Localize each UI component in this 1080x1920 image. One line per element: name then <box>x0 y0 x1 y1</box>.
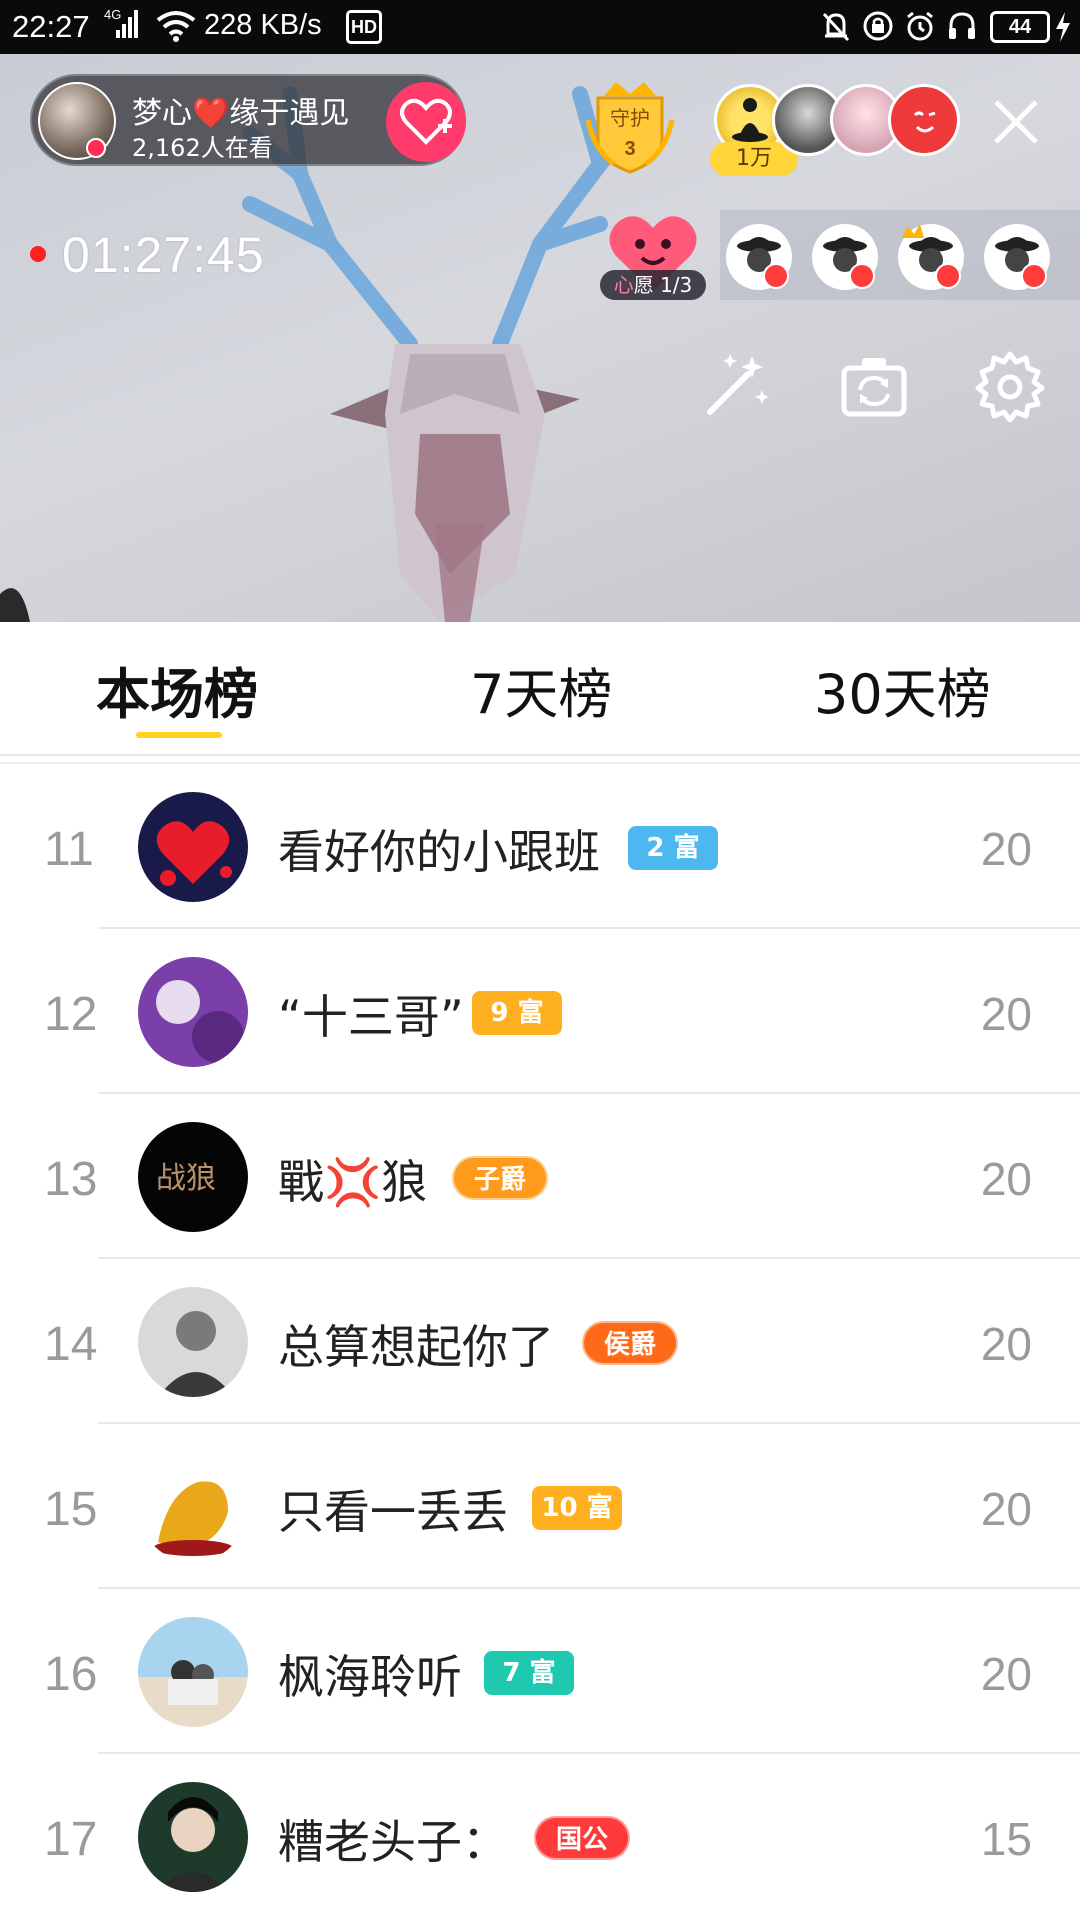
wink-face-icon <box>913 111 936 133</box>
status-time: 22:27 <box>12 9 90 44</box>
battery-icon: 44 <box>990 11 1050 43</box>
ranking-list[interactable]: 11 看好你的小跟班 2 富 20 12 “十三哥” 9 富 20 13 战狼 … <box>0 764 1080 1920</box>
contribution-score: 15 <box>980 1813 1032 1865</box>
contribution-score: 20 <box>980 823 1032 875</box>
rank-number: 16 <box>44 1648 98 1701</box>
magic-wand-icon[interactable] <box>700 350 772 422</box>
user-avatar[interactable] <box>138 1617 248 1727</box>
guard-count: 3 <box>624 138 636 160</box>
follow-button[interactable] <box>386 82 466 162</box>
wealth-level-badge: 10 富 <box>532 1486 622 1530</box>
rank-number: 13 <box>44 1153 98 1206</box>
wish-progress-label[interactable]: 心愿 1/3 <box>600 270 706 300</box>
user-name: 看好你的小跟班 <box>278 825 600 879</box>
user-name: 枫海聆听 <box>278 1650 462 1704</box>
noble-rank-badge: 子爵 <box>452 1156 548 1200</box>
close-icon[interactable] <box>990 96 1042 148</box>
wish-label-text: 愿 1/3 <box>633 273 693 297</box>
host-name: 梦心❤️缘于遇见 <box>132 96 350 131</box>
user-avatar[interactable]: 战狼 <box>138 1122 248 1232</box>
host-info-pill[interactable]: 梦心❤️缘于遇见 2,162人在看 <box>30 74 466 166</box>
user-avatar[interactable] <box>138 792 248 902</box>
contribution-score: 20 <box>980 1153 1032 1205</box>
spy-icon <box>995 237 1047 289</box>
host-avatar[interactable] <box>38 82 116 160</box>
wifi-icon <box>156 11 196 42</box>
anonymous-viewer-avatar[interactable] <box>984 224 1050 290</box>
list-item[interactable]: 12 “十三哥” 9 富 20 <box>0 929 1080 1094</box>
network-speed: 228 KB/s <box>204 9 322 41</box>
recording-dot-icon <box>30 246 46 262</box>
user-name: 只看一丢丢 <box>278 1485 508 1539</box>
user-name: “十三哥” <box>278 990 464 1044</box>
rank-number: 15 <box>44 1483 98 1536</box>
rotation-lock-icon <box>863 11 893 41</box>
rank-number: 12 <box>44 988 98 1041</box>
alarm-icon <box>907 11 933 41</box>
svg-text:战狼: 战狼 <box>156 1161 216 1196</box>
user-avatar[interactable] <box>138 1287 248 1397</box>
wealth-level-badge: 7 富 <box>484 1651 574 1695</box>
tab-30-days[interactable]: 30天榜 <box>814 650 991 729</box>
signal-bars-icon <box>116 10 138 38</box>
headphones-icon <box>949 12 975 39</box>
anonymous-viewer-avatar[interactable] <box>812 224 878 290</box>
rank-number: 11 <box>44 823 94 876</box>
user-avatar[interactable] <box>138 1452 248 1562</box>
live-video[interactable]: 梦心❤️缘于遇见 2,162人在看 守护 3 1万 01:27:45 心愿 1/… <box>0 54 1080 622</box>
contribution-score: 20 <box>980 988 1032 1040</box>
hd-icon: HD <box>346 10 382 44</box>
spy-crown-icon <box>902 224 961 289</box>
guard-badge[interactable]: 守护 3 <box>584 80 676 180</box>
heart-plus-icon <box>400 98 452 145</box>
noble-rank-badge: 国公 <box>534 1816 630 1860</box>
anonymous-viewer-avatar[interactable] <box>898 224 964 290</box>
contribution-score: 20 <box>980 1648 1032 1700</box>
guard-label: 守护 <box>610 106 650 130</box>
list-item[interactable]: 13 战狼 戰💢狼 子爵 20 <box>0 1094 1080 1259</box>
wealth-level-badge: 2 富 <box>628 826 718 870</box>
gear-icon[interactable] <box>974 350 1046 422</box>
list-item[interactable]: 17 糟老头子： 国公 15 <box>0 1754 1080 1919</box>
viewer-count: 2,162人在看 <box>132 134 273 162</box>
list-item[interactable]: 15 只看一丢丢 10 富 20 <box>0 1424 1080 1589</box>
mute-bell-icon <box>822 12 850 42</box>
user-name: 戰💢狼 <box>278 1155 428 1209</box>
contribution-score: 20 <box>980 1483 1032 1535</box>
live-elapsed-time: 01:27:45 <box>62 227 265 283</box>
camera-flip-icon[interactable] <box>838 350 910 422</box>
user-avatar[interactable] <box>138 1782 248 1892</box>
top-viewer-avatar[interactable] <box>888 84 960 156</box>
charging-icon <box>1056 12 1070 42</box>
rank-number: 17 <box>44 1813 98 1866</box>
rank-number: 14 <box>44 1318 98 1371</box>
user-name: 糟老头子： <box>278 1815 508 1869</box>
live-indicator-icon <box>86 138 106 158</box>
tab-current-show[interactable]: 本场榜 <box>96 650 258 729</box>
list-item[interactable]: 14 总算想起你了 侯爵 20 <box>0 1259 1080 1424</box>
spy-icon <box>823 237 875 289</box>
noble-rank-badge: 侯爵 <box>582 1321 678 1365</box>
user-avatar[interactable] <box>138 957 248 1067</box>
list-item[interactable]: 16 枫海聆听 7 富 20 <box>0 1589 1080 1754</box>
user-name: 总算想起你了 <box>278 1320 554 1374</box>
anonymous-viewer-avatar[interactable] <box>726 224 792 290</box>
contribution-score: 20 <box>980 1318 1032 1370</box>
list-item[interactable]: 11 看好你的小跟班 2 富 20 <box>0 764 1080 929</box>
spy-icon <box>737 237 789 289</box>
active-tab-indicator <box>136 732 222 738</box>
status-bar: 22:27 4G 228 KB/s HD 44 <box>0 0 1080 54</box>
wish-label-prefix: 心 <box>613 273 634 297</box>
wealth-level-badge: 9 富 <box>472 991 562 1035</box>
ranking-tabs: 本场榜 7天榜 30天榜 <box>0 622 1080 756</box>
divider <box>0 754 1080 756</box>
tab-7-days[interactable]: 7天榜 <box>470 650 612 729</box>
